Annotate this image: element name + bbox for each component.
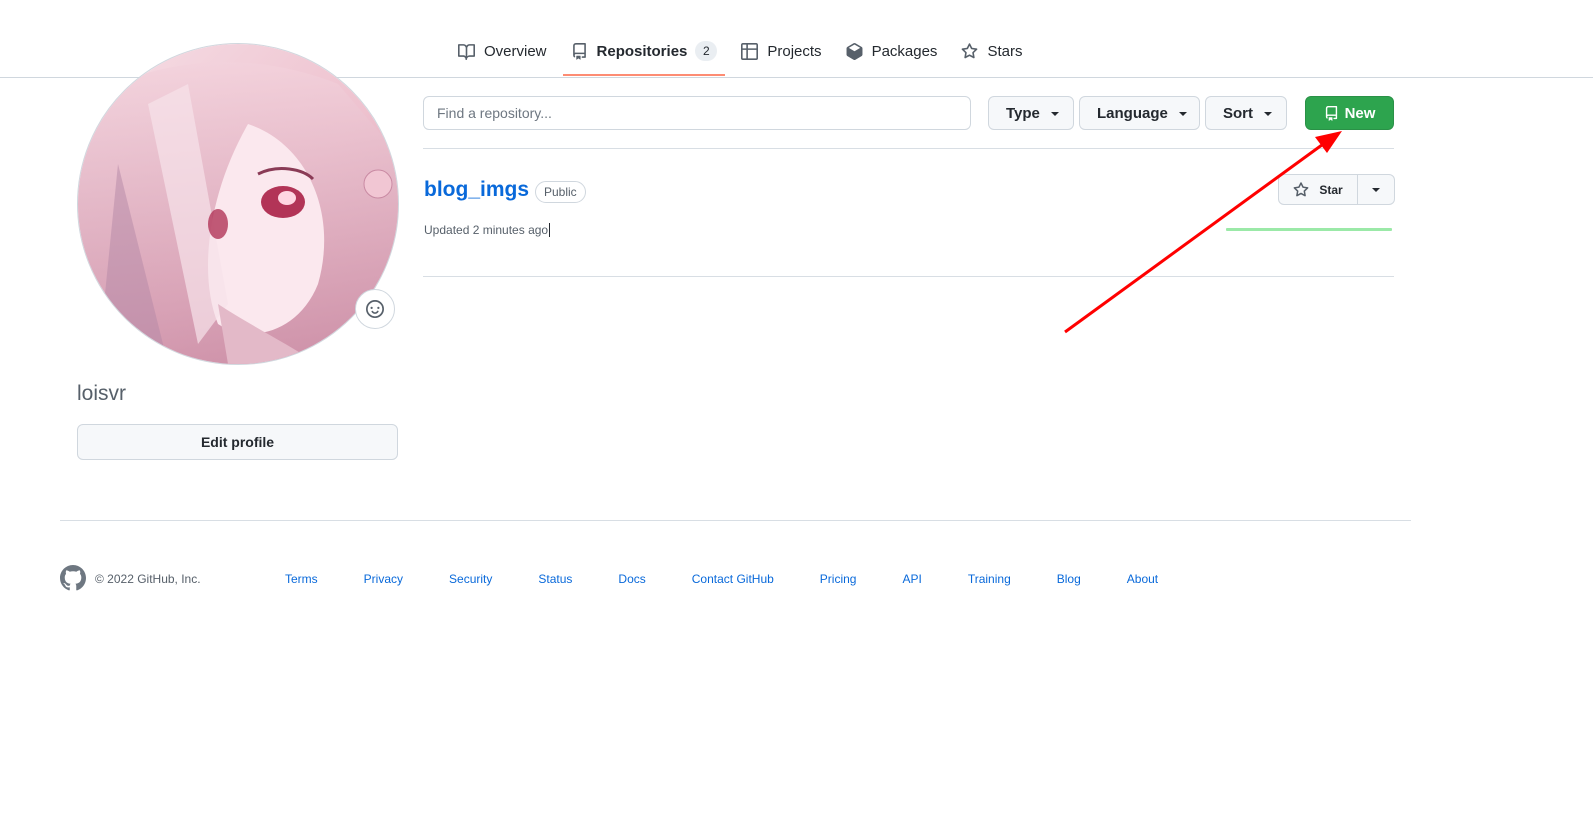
github-logo-icon[interactable] <box>60 565 86 591</box>
profile-username: loisvr <box>77 382 127 405</box>
footer-link-security[interactable]: Security <box>449 572 492 586</box>
star-list-dropdown[interactable] <box>1358 174 1395 205</box>
repo-updated-text: Updated 2 minutes ago <box>424 223 551 237</box>
language-filter-button[interactable]: Language <box>1079 96 1200 130</box>
footer-link-docs[interactable]: Docs <box>618 572 645 586</box>
footer-link-terms[interactable]: Terms <box>285 572 318 586</box>
footer-link-contact[interactable]: Contact GitHub <box>692 572 774 586</box>
type-filter-label: Type <box>1006 104 1040 122</box>
repo-icon <box>1325 105 1337 121</box>
tab-label: Projects <box>767 42 822 60</box>
tab-stars[interactable]: Stars <box>953 36 1030 66</box>
star-icon <box>1293 181 1309 196</box>
tab-label: Packages <box>871 42 938 60</box>
tab-repositories[interactable]: Repositories 2 <box>562 36 726 76</box>
tab-label: Repositories <box>596 42 688 60</box>
footer-link-api[interactable]: API <box>902 572 921 586</box>
caret-down-icon <box>1178 112 1187 116</box>
type-filter-button[interactable]: Type <box>988 96 1074 130</box>
new-repository-button[interactable]: New <box>1305 96 1394 130</box>
footer-link-privacy[interactable]: Privacy <box>364 572 403 586</box>
book-icon <box>458 43 475 60</box>
nav-tabs: Overview Repositories 2 Projects Package… <box>450 36 1038 76</box>
tab-overview[interactable]: Overview <box>450 36 555 66</box>
updated-label: Updated 2 minutes ago <box>424 223 549 237</box>
sort-filter-button[interactable]: Sort <box>1205 96 1287 130</box>
package-icon <box>846 42 863 60</box>
set-status-button[interactable] <box>355 289 395 329</box>
repo-name-link[interactable]: blog_imgs <box>424 178 529 202</box>
avatar-image <box>78 44 398 364</box>
sort-filter-label: Sort <box>1223 104 1253 122</box>
repo-icon <box>572 42 586 60</box>
repo-search-input[interactable] <box>423 96 971 130</box>
tab-packages[interactable]: Packages <box>838 36 946 66</box>
star-button-group: Star <box>1278 174 1395 205</box>
footer-copyright: © 2022 GitHub, Inc. <box>95 572 201 586</box>
footer-link-status[interactable]: Status <box>538 572 572 586</box>
language-filter-label: Language <box>1097 104 1168 122</box>
new-button-label: New <box>1344 104 1376 122</box>
tab-projects[interactable]: Projects <box>733 36 829 66</box>
star-icon <box>962 42 978 58</box>
caret-down-icon <box>1050 112 1059 116</box>
smiley-icon <box>366 300 384 318</box>
footer-link-about[interactable]: About <box>1127 572 1158 586</box>
divider <box>423 148 1394 149</box>
star-label: Star <box>1319 182 1343 197</box>
footer-divider <box>60 520 1411 521</box>
visibility-badge: Public <box>535 181 586 203</box>
text-cursor <box>549 223 551 237</box>
avatar[interactable] <box>77 43 399 365</box>
footer-link-pricing[interactable]: Pricing <box>820 572 857 586</box>
caret-down-icon <box>1264 112 1272 116</box>
mark-github-icon <box>60 565 86 591</box>
arrow-head <box>1315 131 1342 153</box>
divider <box>423 276 1394 277</box>
table-icon <box>741 42 759 60</box>
tab-label: Stars <box>987 42 1023 60</box>
activity-sparkline <box>1226 228 1392 231</box>
footer-link-training[interactable]: Training <box>968 572 1011 586</box>
star-button[interactable]: Star <box>1278 174 1358 205</box>
footer-link-blog[interactable]: Blog <box>1057 572 1081 586</box>
footer-links: Terms Privacy Security Status Docs Conta… <box>285 572 1158 586</box>
repo-count-badge: 2 <box>695 41 718 61</box>
edit-profile-button[interactable]: Edit profile <box>77 424 398 460</box>
arrow-shaft <box>1064 140 1327 334</box>
tab-label: Overview <box>484 42 547 60</box>
caret-down-icon <box>1372 187 1380 192</box>
